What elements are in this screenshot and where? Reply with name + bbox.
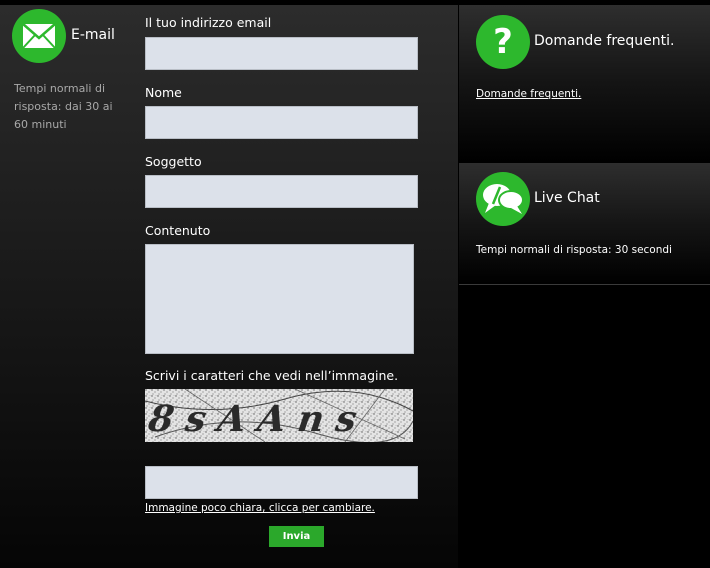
subject-label: Soggetto bbox=[145, 154, 202, 169]
name-field[interactable] bbox=[145, 106, 418, 139]
email-field[interactable] bbox=[145, 37, 418, 70]
faq-panel-title: Domande frequenti. bbox=[534, 33, 675, 49]
captcha-characters: 8sAAns bbox=[145, 397, 371, 440]
email-response-time: Tempi normali di risposta: dai 30 ai 60 … bbox=[14, 82, 113, 131]
email-panel-title: E-mail bbox=[71, 27, 115, 43]
captcha-input[interactable] bbox=[145, 466, 418, 499]
email-label: Il tuo indirizzo email bbox=[145, 15, 272, 30]
captcha-image: 8sAAns bbox=[145, 388, 414, 444]
subject-field[interactable] bbox=[145, 175, 418, 208]
speech-bubbles-icon bbox=[476, 172, 530, 226]
captcha-label: Scrivi i caratteri che vedi nell’immagin… bbox=[145, 368, 399, 383]
email-icon bbox=[12, 9, 66, 63]
name-label: Nome bbox=[145, 85, 182, 100]
content-label: Contenuto bbox=[145, 223, 211, 238]
question-mark-icon: ? bbox=[476, 15, 530, 69]
live-chat-title[interactable]: Live Chat bbox=[534, 190, 600, 206]
faq-link[interactable]: Domande frequenti. bbox=[476, 88, 581, 100]
content-textarea[interactable] bbox=[145, 244, 414, 354]
send-button[interactable]: Invia bbox=[269, 526, 324, 547]
chat-response-time: Tempi normali di risposta: 30 secondi bbox=[476, 244, 672, 256]
captcha-refresh-link[interactable]: Immagine poco chiara, clicca per cambiar… bbox=[145, 502, 375, 514]
